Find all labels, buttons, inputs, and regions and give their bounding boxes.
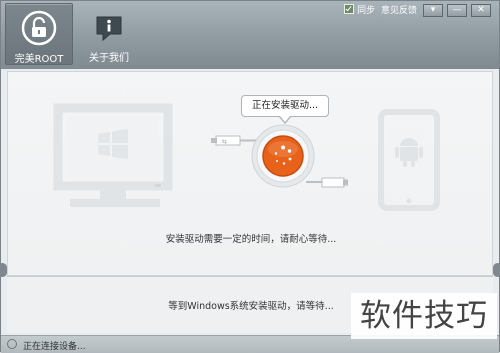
top-toolbar: 完美ROOT 关于我们 同步 意见反馈 ▾ — ✕	[1, 1, 499, 69]
phone-icon	[378, 109, 440, 211]
progress-spinner	[251, 124, 315, 188]
minimize-button[interactable]: —	[447, 4, 467, 17]
install-status-text: 安装驱动需要一定的时间，请耐心等待...	[165, 234, 337, 245]
tab-perfect-root[interactable]: 完美ROOT	[5, 3, 73, 65]
lock-icon	[21, 10, 57, 49]
tab-label: 关于我们	[89, 53, 129, 64]
info-icon	[94, 13, 124, 46]
svg-text:⇆: ⇆	[222, 139, 227, 146]
tab-label: 完美ROOT	[14, 54, 64, 65]
feedback-area: 同步 意见反馈	[341, 3, 417, 16]
divider-handle-left	[0, 263, 7, 277]
installing-bubble: 正在安装驱动...	[241, 95, 329, 124]
connection-status-text: 正在连接设备...	[23, 342, 86, 352]
tab-about-us[interactable]: 关于我们	[81, 3, 137, 65]
app-window: 完美ROOT 关于我们 同步 意见反馈 ▾ — ✕ ⇆ 正在安装驱动... 安装…	[0, 0, 500, 353]
usb-right-icon	[306, 177, 348, 188]
sync-label: 同步	[357, 6, 376, 16]
monitor-icon	[53, 103, 173, 207]
connecting-icon	[7, 339, 17, 349]
menu-dropdown-button[interactable]: ▾	[423, 4, 443, 17]
watermark: 软件技巧	[351, 293, 497, 339]
close-button[interactable]: ✕	[471, 4, 491, 17]
divider-handle-right	[493, 263, 500, 277]
feedback-link[interactable]: 意见反馈	[381, 6, 417, 16]
sync-checkbox[interactable]	[344, 4, 355, 14]
usb-left-icon: ⇆	[211, 135, 256, 146]
window-controls: ▾ — ✕	[423, 4, 495, 18]
